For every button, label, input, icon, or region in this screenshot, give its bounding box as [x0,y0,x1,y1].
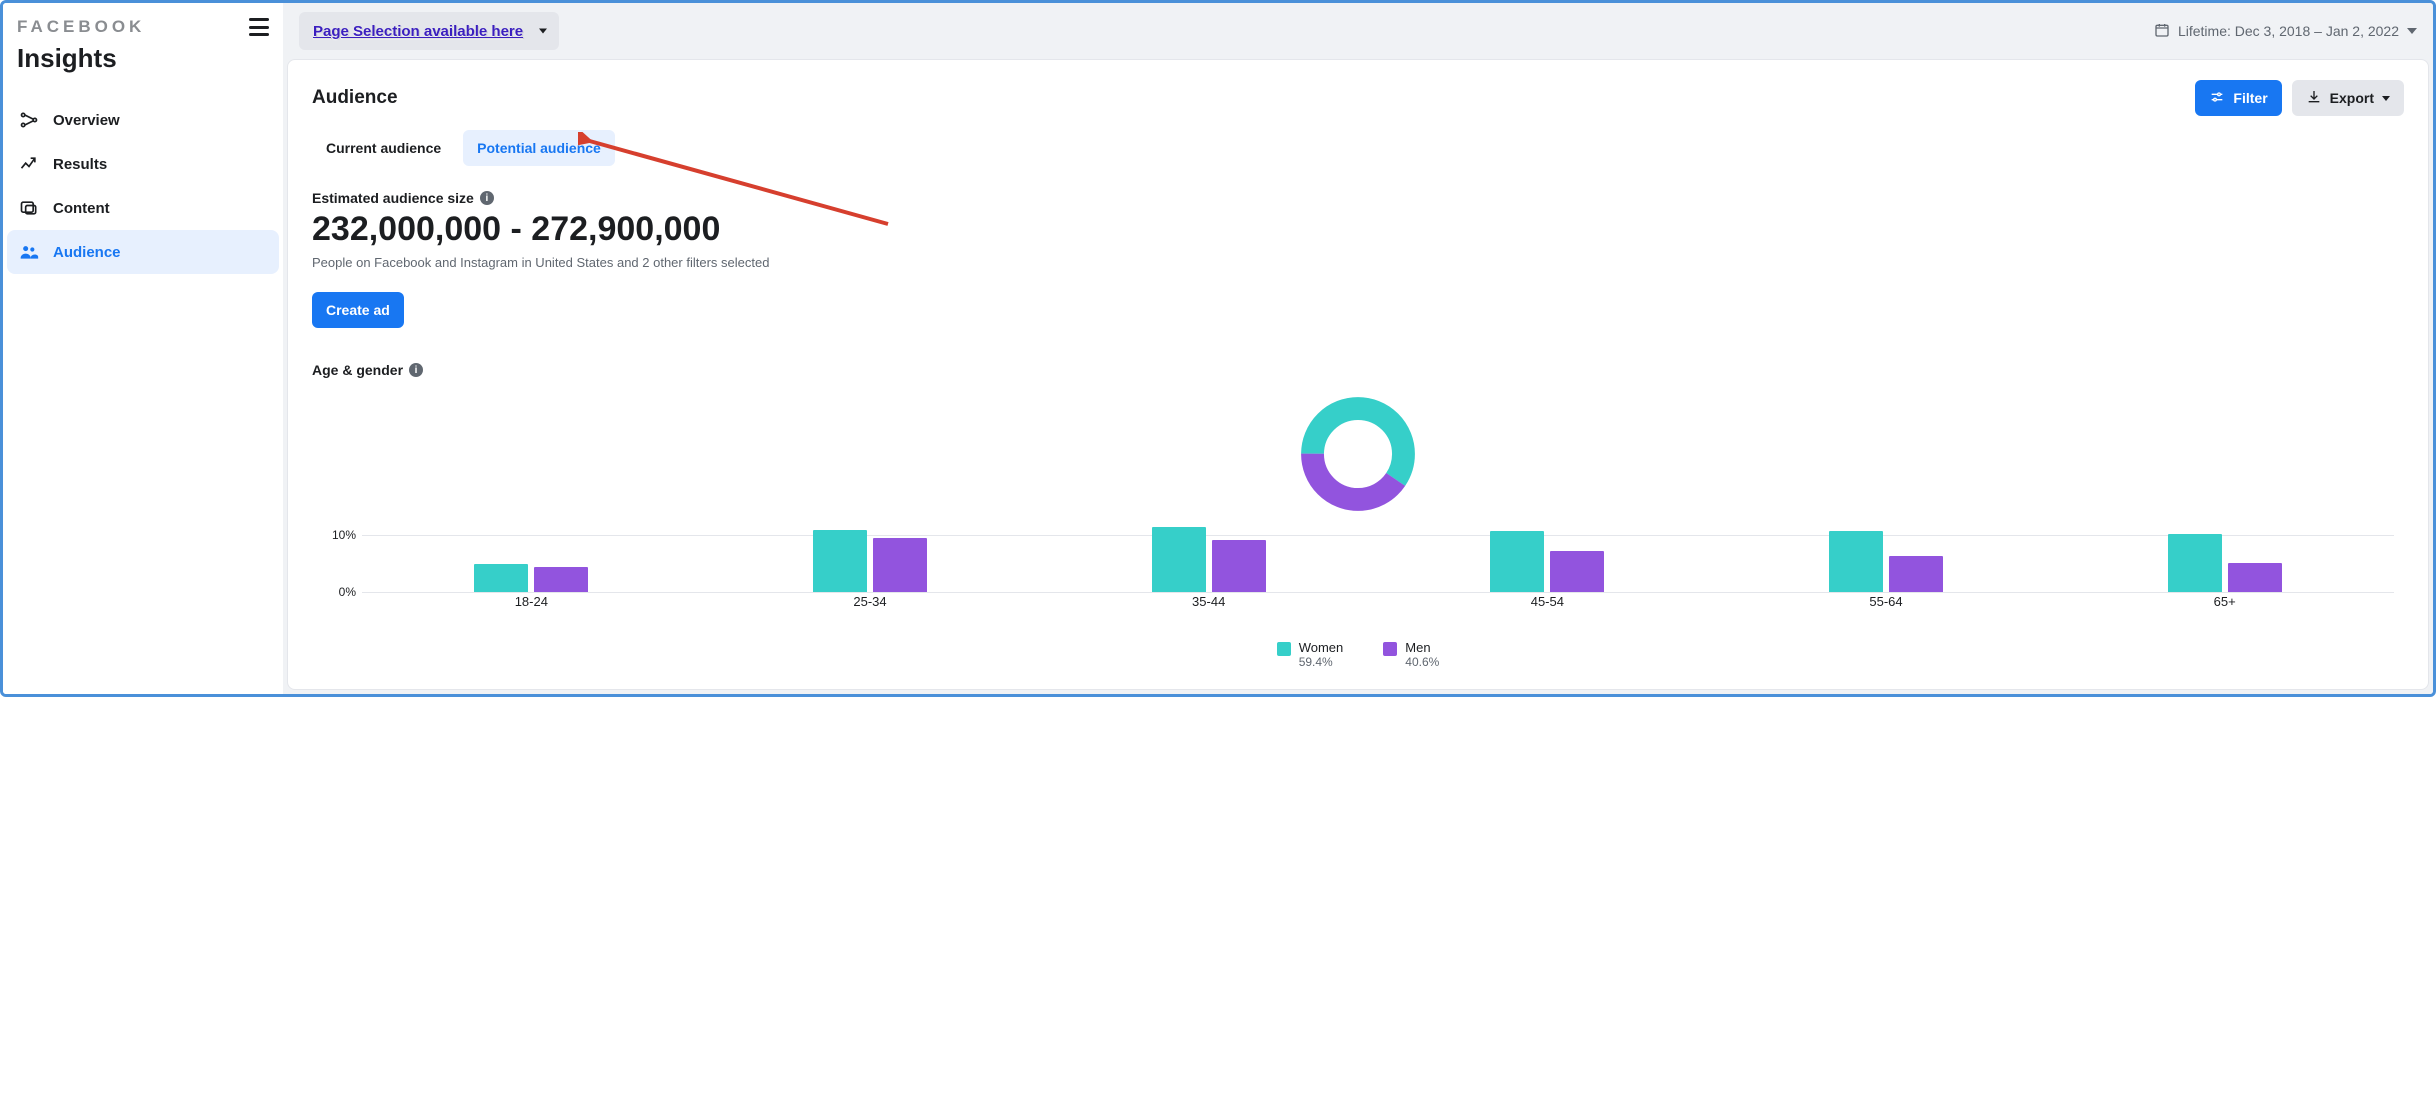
sidebar-item-results[interactable]: Results [7,142,279,186]
bar-women [1829,531,1883,592]
bar-men [1889,556,1943,592]
topbar: Page Selection available here Lifetime: … [283,3,2433,59]
x-label: 35-44 [1039,594,1378,614]
menu-icon[interactable] [249,18,269,36]
sidebar-header: FACEBOOK [3,13,283,37]
brand-wordmark: FACEBOOK [17,17,145,37]
media-icon [19,198,39,218]
legend-women: Women 59.4% [1277,640,1344,669]
bar-group [701,524,1040,592]
filter-button-label: Filter [2233,90,2267,106]
bar-women [1152,527,1206,592]
bar-men [2228,563,2282,592]
bar-women [1490,531,1544,592]
x-label: 55-64 [1717,594,2056,614]
bar-group [1378,524,1717,592]
sidebar-nav: Overview Results Content Audience [3,98,283,274]
age-bar-chart: 0% 10% 18-2425-3435-4445-5455-6465+ [322,524,2394,614]
bar-women [2168,534,2222,592]
page-title: Audience [312,87,398,109]
bar-men [1550,551,1604,592]
sidebar-item-label: Content [53,200,267,217]
chevron-down-icon [539,29,547,34]
page-selector-label: Page Selection available here [313,23,523,40]
chevron-down-icon [2407,28,2417,34]
estimated-size-label: Estimated audience size i [312,190,2404,206]
content-card: Audience Filter Export [287,59,2429,690]
app-title: Insights [3,37,283,98]
estimated-size-value: 232,000,000 - 272,900,000 [312,210,2404,249]
bar-women [813,530,867,592]
sidebar: FACEBOOK Insights Overview Results [3,3,283,694]
age-gender-label: Age & gender i [312,362,2404,378]
x-label: 45-54 [1378,594,1717,614]
legend-swatch-women [1277,642,1291,656]
sidebar-item-content[interactable]: Content [7,186,279,230]
legend-men: Men 40.6% [1383,640,1439,669]
bar-group [2055,524,2394,592]
legend-swatch-men [1383,642,1397,656]
date-range-picker[interactable]: Lifetime: Dec 3, 2018 – Jan 2, 2022 [2154,22,2417,41]
age-gender-chart: 0% 10% 18-2425-3435-4445-5455-6465+ Women… [312,394,2404,669]
info-icon[interactable]: i [409,363,423,377]
header-actions: Filter Export [2195,80,2404,116]
bar-men [534,567,588,592]
content-header: Audience Filter Export [312,80,2404,116]
sidebar-item-label: Overview [53,112,267,129]
app-frame: FACEBOOK Insights Overview Results [0,0,2436,697]
sidebar-item-audience[interactable]: Audience [7,230,279,274]
date-range-label: Lifetime: Dec 3, 2018 – Jan 2, 2022 [2178,23,2399,39]
info-icon[interactable]: i [480,191,494,205]
bar-group [1717,524,2056,592]
bar-women [474,564,528,592]
legend-men-pct: 40.6% [1405,655,1439,669]
legend-women-label: Women [1299,640,1344,655]
chart-legend: Women 59.4% Men 40.6% [312,640,2404,669]
x-label: 65+ [2055,594,2394,614]
x-label: 25-34 [701,594,1040,614]
create-ad-button[interactable]: Create ad [312,292,404,328]
bar-men [873,538,927,592]
download-icon [2306,89,2322,108]
bar-group [362,524,701,592]
sidebar-item-label: Audience [53,244,267,261]
create-ad-label: Create ad [326,302,390,318]
y-tick: 10% [332,528,356,542]
tab-potential-audience[interactable]: Potential audience [463,130,615,166]
main: Page Selection available here Lifetime: … [283,3,2433,694]
calendar-icon [2154,22,2170,41]
legend-women-pct: 59.4% [1299,655,1344,669]
legend-men-label: Men [1405,640,1439,655]
tab-current-audience[interactable]: Current audience [312,130,455,166]
nodes-icon [19,110,39,130]
trend-icon [19,154,39,174]
filter-button[interactable]: Filter [2195,80,2281,116]
people-icon [19,242,39,262]
page-selector-dropdown[interactable]: Page Selection available here [299,12,559,50]
export-button[interactable]: Export [2292,80,2404,116]
estimated-size-subtext: People on Facebook and Instagram in Unit… [312,255,2404,270]
y-tick: 0% [339,585,356,599]
sidebar-item-overview[interactable]: Overview [7,98,279,142]
sliders-icon [2209,89,2225,108]
bar-group [1039,524,1378,592]
bar-men [1212,540,1266,592]
sidebar-item-label: Results [53,156,267,173]
chevron-down-icon [2382,96,2390,101]
x-label: 18-24 [362,594,701,614]
audience-tabs: Current audience Potential audience [312,130,2404,166]
gender-donut-chart [1298,394,1418,514]
export-button-label: Export [2330,90,2374,106]
